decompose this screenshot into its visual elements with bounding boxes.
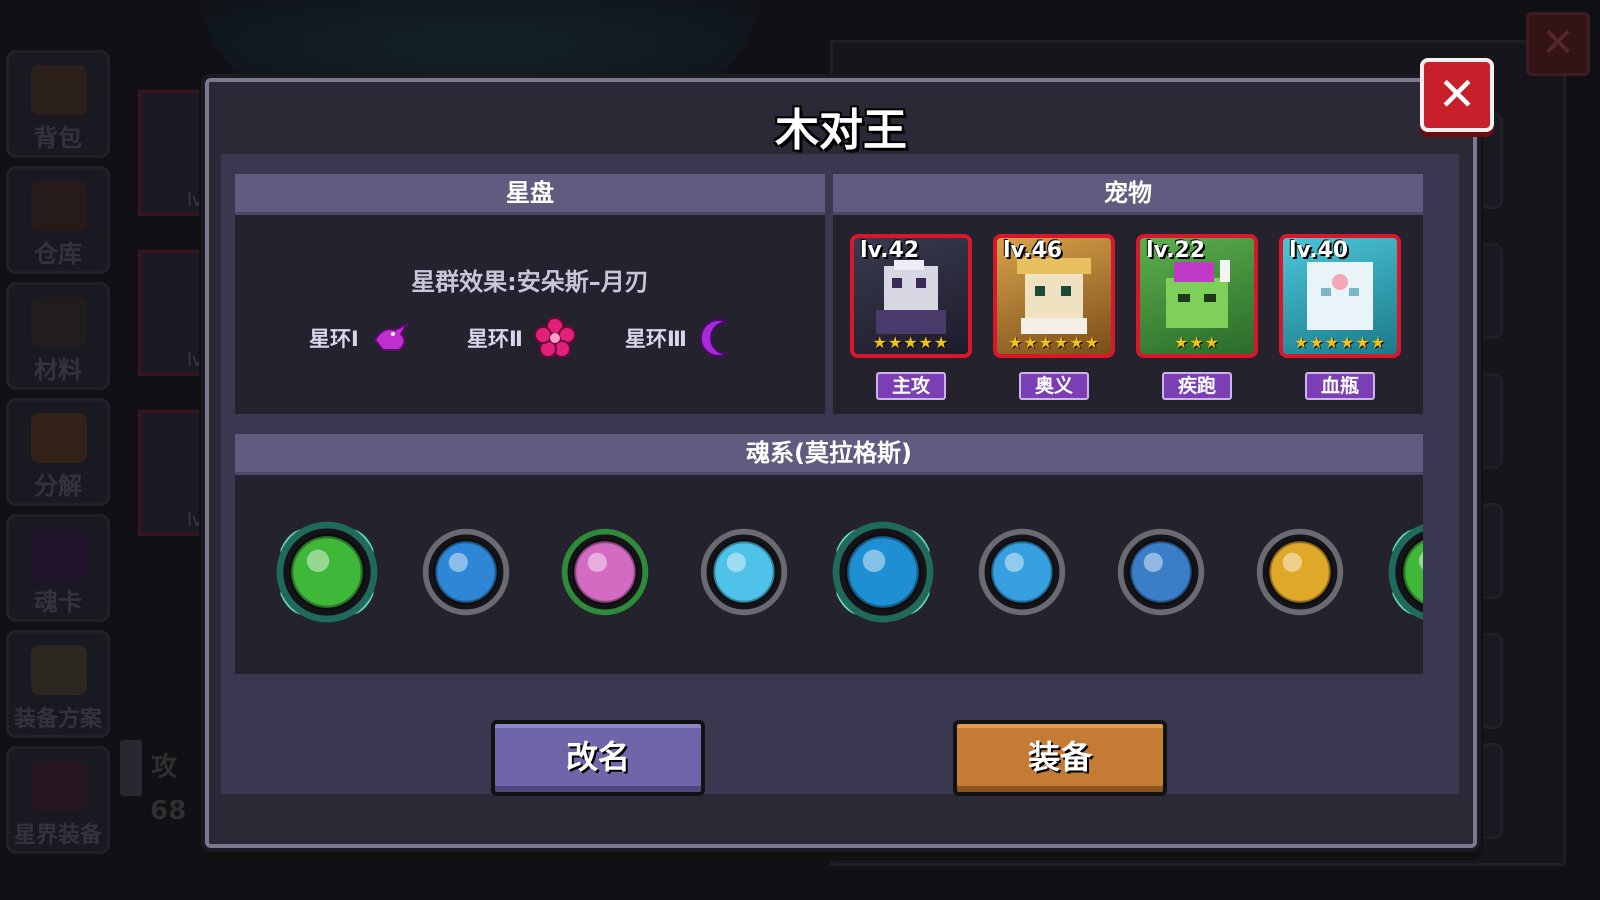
pet-role-tag: 主攻	[876, 372, 946, 400]
pet-slot-2[interactable]: lv.46 ★★★★★★	[993, 234, 1115, 358]
pet-stars: ★★★	[1173, 333, 1221, 352]
loadout-dialog: 木对王 星盘 星群效果:安朵斯–月刃 星环Ⅰ 星环Ⅱ 星环Ⅲ 宠物 lv.42 …	[205, 78, 1477, 848]
close-icon: ✕	[1437, 67, 1477, 121]
rename-button[interactable]: 改名	[491, 720, 705, 796]
green-orb-icon	[276, 521, 378, 623]
equip-button[interactable]: 装备	[953, 720, 1167, 796]
pet-stars: ★★★★★★	[1293, 333, 1387, 352]
gold-orb-icon	[1256, 528, 1344, 616]
green-orb-icon	[1388, 524, 1423, 620]
pet-level: lv.40	[1289, 238, 1349, 263]
pet-stars: ★★★★★★	[1007, 333, 1101, 352]
pet-role-tag: 疾跑	[1162, 372, 1232, 400]
ring-3[interactable]: 星环Ⅲ	[625, 316, 741, 360]
soul-panel: 魂系(莫拉格斯)	[235, 434, 1423, 674]
pet-slot-1[interactable]: lv.42 ★★★★★	[850, 234, 972, 358]
soul-slot[interactable]	[418, 524, 514, 620]
pet-level: lv.46	[1003, 238, 1063, 263]
ring-1[interactable]: 星环Ⅰ	[309, 316, 413, 360]
pet-stars: ★★★★★	[872, 333, 950, 352]
soul-slot[interactable]	[271, 516, 383, 628]
pet-level: lv.42	[860, 238, 920, 263]
close-button[interactable]: ✕	[1420, 58, 1494, 132]
constellation-effect: 星群效果:安朵斯–月刃	[411, 268, 649, 296]
ring-label: 星环Ⅰ	[309, 327, 359, 351]
leaf-orb-icon	[832, 521, 934, 623]
bird-icon	[373, 321, 410, 351]
pets-header: 宠物	[833, 174, 1423, 215]
soul-slot[interactable]	[1113, 524, 1209, 620]
pet-level: lv.22	[1146, 238, 1206, 263]
crystal-orb-icon	[700, 528, 788, 616]
soul-slot[interactable]	[1252, 524, 1348, 620]
pet-role-tag: 血瓶	[1305, 372, 1375, 400]
soul-slot[interactable]	[1383, 516, 1423, 628]
soul-slot[interactable]	[696, 524, 792, 620]
pet-slot-3[interactable]: lv.22 ★★★	[1136, 234, 1258, 358]
dialog-title: 木对王	[775, 105, 907, 156]
scroll-orb-icon	[978, 528, 1066, 616]
pet-role-tag: 奥义	[1019, 372, 1089, 400]
pink-orb-icon	[561, 528, 649, 616]
soul-row	[235, 472, 1423, 674]
ring-label: 星环Ⅱ	[467, 327, 523, 351]
star-disk-panel: 星盘 星群效果:安朵斯–月刃 星环Ⅰ 星环Ⅱ 星环Ⅲ	[235, 174, 825, 414]
star-disk-header: 星盘	[235, 174, 825, 215]
blue-orb-icon	[422, 528, 510, 616]
soul-header: 魂系(莫拉格斯)	[235, 434, 1423, 475]
ring-2[interactable]: 星环Ⅱ	[467, 316, 577, 360]
cat-orb-icon	[1117, 528, 1205, 616]
flower-icon	[533, 317, 576, 358]
pet-slot-4[interactable]: lv.40 ★★★★★★	[1279, 234, 1401, 358]
ring-label: 星环Ⅲ	[625, 327, 687, 351]
soul-slot[interactable]	[827, 516, 939, 628]
soul-slot[interactable]	[557, 524, 653, 620]
soul-slot[interactable]	[974, 524, 1070, 620]
crescent-icon	[699, 319, 728, 357]
